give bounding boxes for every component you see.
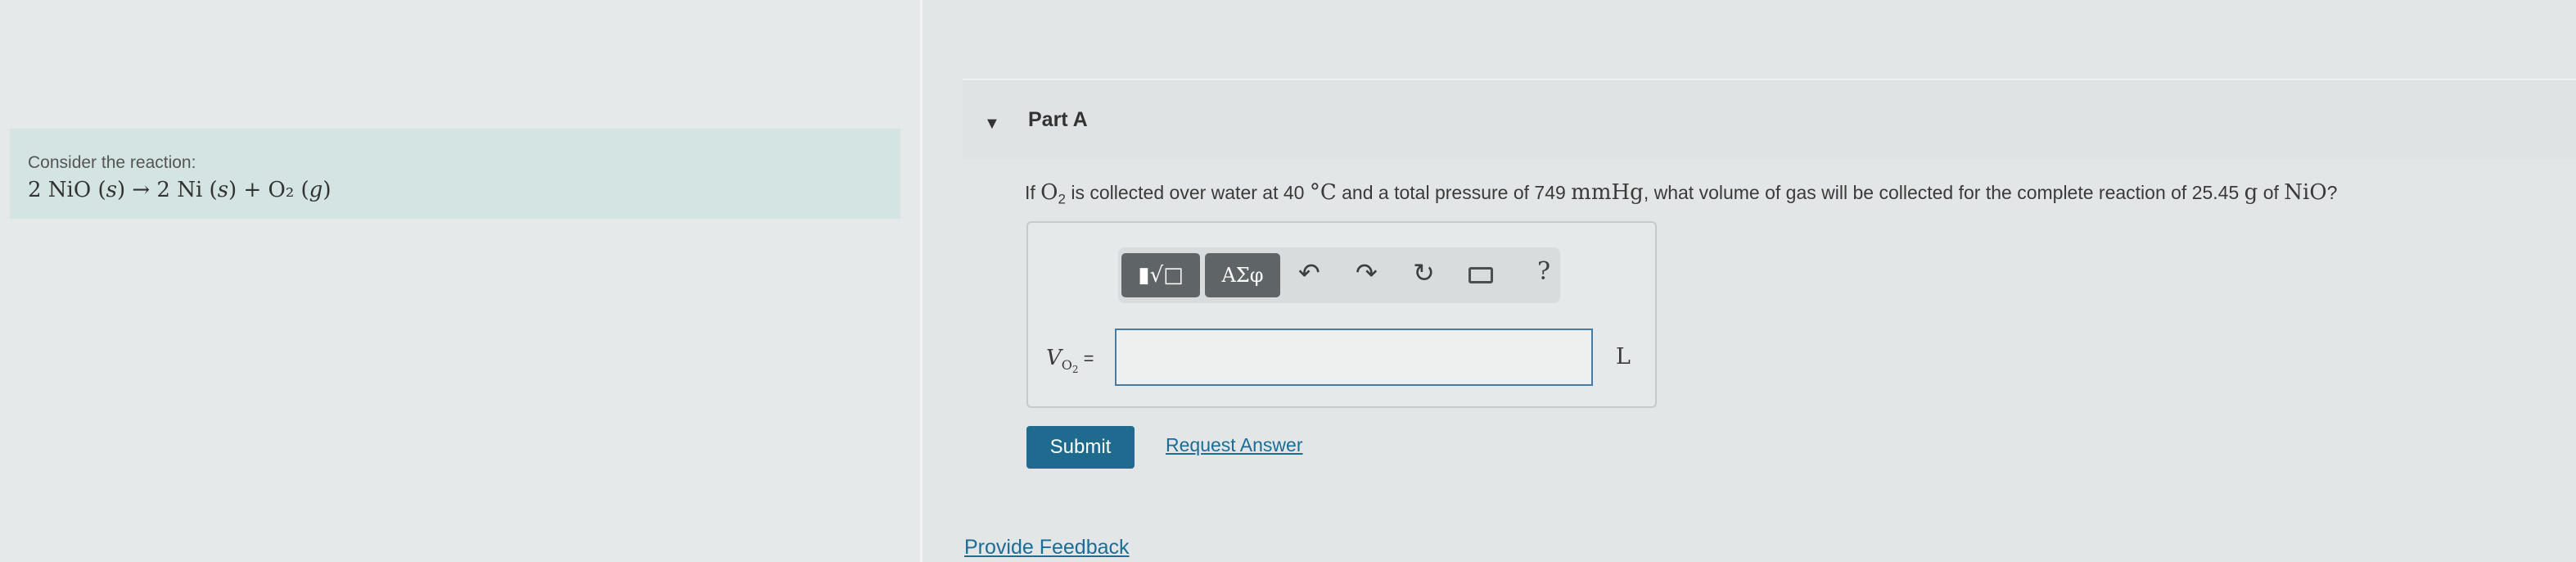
symbols-button[interactable]: ΑΣφ: [1205, 253, 1280, 297]
keyboard-icon[interactable]: [1468, 267, 1493, 283]
templates-button[interactable]: ▮√□: [1121, 253, 1200, 297]
reaction-equation: 2 NiO (s) → 2 Ni (s) + O₂ (g): [28, 178, 332, 202]
answer-input[interactable]: [1115, 329, 1593, 386]
intro-panel: Consider the reaction: 2 NiO (s) → 2 Ni …: [0, 0, 920, 562]
reset-icon[interactable]: ↻: [1413, 257, 1435, 288]
answer-box: ▮√□ ΑΣφ ↶ ↷ ↻ ? VO2 = L: [1026, 221, 1657, 408]
redo-icon[interactable]: ↷: [1356, 257, 1378, 288]
provide-feedback-link[interactable]: Provide Feedback: [964, 536, 1130, 560]
part-header[interactable]: ▼ Part A: [963, 79, 2576, 159]
intro-box: Consider the reaction: 2 NiO (s) → 2 Ni …: [10, 129, 900, 219]
intro-label: Consider the reaction:: [28, 153, 196, 172]
undo-icon[interactable]: ↶: [1298, 257, 1320, 288]
part-title: Part A: [1028, 108, 1088, 131]
help-button[interactable]: ?: [1537, 257, 1550, 286]
variable-label: VO2 =: [1046, 346, 1094, 376]
math-toolbar: ▮√□ ΑΣφ ↶ ↷ ↻ ?: [1118, 247, 1560, 303]
unit-label: L: [1616, 344, 1631, 369]
request-answer-link[interactable]: Request Answer: [1166, 434, 1302, 456]
collapse-triangle-icon[interactable]: ▼: [984, 115, 1000, 134]
question-text: If O2 is collected over water at 40 °C a…: [1025, 180, 2338, 207]
submit-button[interactable]: Submit: [1026, 426, 1135, 469]
